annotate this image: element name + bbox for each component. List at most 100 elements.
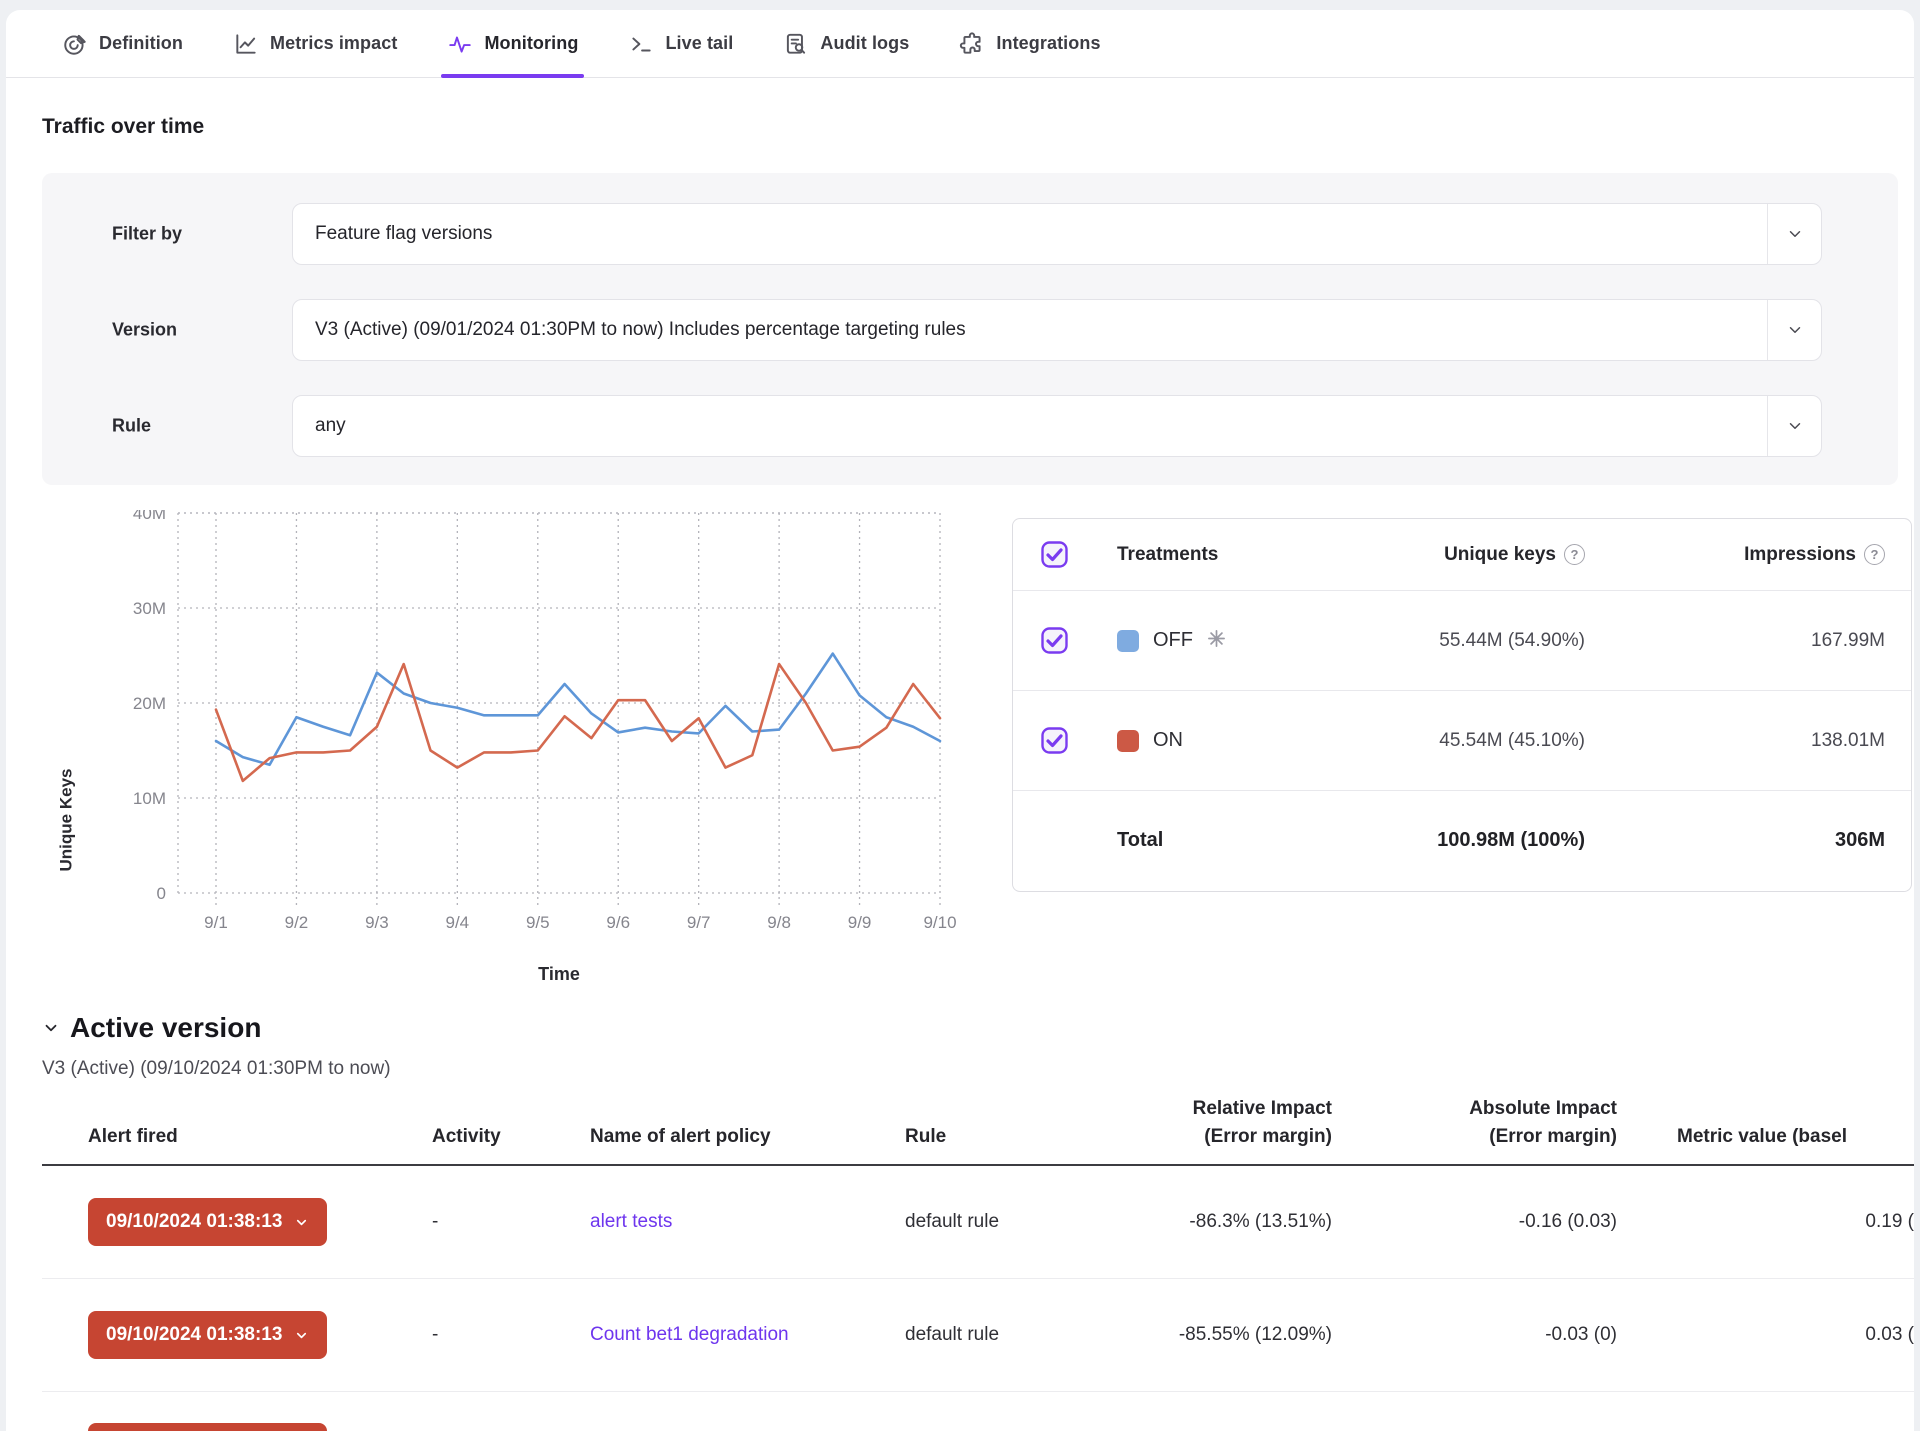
svg-text:20M: 20M xyxy=(133,694,166,713)
tab-metrics-impact[interactable]: Metrics impact xyxy=(233,10,397,77)
treatments-total-row: Total 100.98M (100%) 306M xyxy=(1013,791,1911,890)
svg-text:9/8: 9/8 xyxy=(767,913,791,932)
traffic-line-chart: 010M20M30M40M9/19/29/39/49/59/69/79/89/9… xyxy=(6,510,1006,1025)
monitoring-icon xyxy=(447,31,473,57)
tab-label: Integrations xyxy=(996,33,1100,54)
rule-select[interactable]: any xyxy=(292,395,1822,457)
total-label: Total xyxy=(1117,829,1255,852)
alerts-table: Alert fired Activity Name of alert polic… xyxy=(42,1095,1914,1431)
audit-logs-icon xyxy=(783,31,809,57)
chevron-down-icon[interactable] xyxy=(1767,396,1821,456)
col-relative-impact: Relative Impact (Error margin) xyxy=(1082,1095,1332,1150)
alert-fired-badge[interactable]: 09/10/2024 01:38:13 xyxy=(88,1311,327,1359)
tab-monitoring[interactable]: Monitoring xyxy=(447,10,578,77)
svg-text:9/5: 9/5 xyxy=(526,913,550,932)
relative-impact-cell: -86.3% (13.51%) xyxy=(1082,1211,1332,1233)
tab-label: Metrics impact xyxy=(270,33,397,54)
svg-text:0: 0 xyxy=(157,884,166,903)
svg-text:Time: Time xyxy=(538,964,580,984)
rule-cell: default rule xyxy=(892,1324,1082,1346)
alert-fired-badge[interactable]: 09/10/2024 01:46:53 xyxy=(88,1423,327,1431)
total-impressions: 306M xyxy=(1835,829,1885,852)
filter-by-label: Filter by xyxy=(112,224,182,245)
rule-value: any xyxy=(293,415,346,437)
metric-value-cell: 0.19 ( xyxy=(1617,1211,1914,1233)
filter-row-version: Version V3 (Active) (09/01/2024 01:30PM … xyxy=(42,299,1898,361)
svg-text:9/9: 9/9 xyxy=(848,913,872,932)
tab-live-tail[interactable]: Live tail xyxy=(628,10,733,77)
activity-cell: - xyxy=(432,1324,582,1346)
absolute-impact-cell: -0.03 (0) xyxy=(1332,1324,1617,1346)
page-title: Traffic over time xyxy=(42,115,204,139)
col-policy: Name of alert policy xyxy=(582,1123,892,1151)
alert-row: 09/10/2024 01:38:13 - Count bet1 degrada… xyxy=(42,1279,1914,1392)
alert-row: 09/10/2024 01:46:53 - Custom metrics ale… xyxy=(42,1392,1914,1431)
tab-definition[interactable]: Definition xyxy=(62,10,183,77)
tab-bar: Definition Metrics impact Monitoring Liv… xyxy=(6,10,1914,78)
metric-value-cell: 0.03 ( xyxy=(1617,1324,1914,1346)
tab-label: Definition xyxy=(99,33,183,54)
active-version-title: Active version xyxy=(70,1012,261,1044)
tab-label: Audit logs xyxy=(820,33,909,54)
treatment-row-on: ON 45.54M (45.10%) 138.01M xyxy=(1013,691,1911,791)
filter-panel: Filter by Feature flag versions Version … xyxy=(42,173,1898,485)
total-unique-keys: 100.98M (100%) xyxy=(1437,829,1585,852)
tab-integrations[interactable]: Integrations xyxy=(959,10,1100,77)
active-version-toggle[interactable]: Active version xyxy=(42,1012,261,1044)
on-checkbox[interactable] xyxy=(1041,727,1068,754)
rule-cell: default rule xyxy=(892,1211,1082,1233)
alert-policy-link[interactable]: alert tests xyxy=(590,1211,672,1232)
main-panel: Definition Metrics impact Monitoring Liv… xyxy=(6,10,1914,1431)
svg-text:9/10: 9/10 xyxy=(923,913,956,932)
default-treatment-icon xyxy=(1207,629,1226,653)
help-icon[interactable]: ? xyxy=(1864,544,1885,565)
tab-label: Live tail xyxy=(665,33,733,54)
integrations-icon xyxy=(959,31,985,57)
chevron-down-icon xyxy=(294,1328,309,1343)
tab-label: Monitoring xyxy=(484,33,578,54)
traffic-chart: Unique Keys 010M20M30M40M9/19/29/39/49/5… xyxy=(6,510,1006,1025)
on-series-swatch xyxy=(1117,730,1139,752)
tab-audit-logs[interactable]: Audit logs xyxy=(783,10,909,77)
treatment-row-off: OFF 55.44M (54.90%) 167.99M xyxy=(1013,591,1911,691)
svg-text:9/7: 9/7 xyxy=(687,913,711,932)
alert-fired-badge[interactable]: 09/10/2024 01:38:13 xyxy=(88,1198,327,1246)
version-value: V3 (Active) (09/01/2024 01:30PM to now) … xyxy=(293,319,966,341)
chevron-down-icon[interactable] xyxy=(1767,204,1821,264)
svg-text:9/6: 9/6 xyxy=(606,913,630,932)
relative-impact-cell: -85.55% (12.09%) xyxy=(1082,1324,1332,1346)
off-series-swatch xyxy=(1117,630,1139,652)
chevron-down-icon[interactable] xyxy=(1767,300,1821,360)
col-rule: Rule xyxy=(892,1123,1082,1151)
treatments-table: Treatments Unique keys ? Impressions ? O… xyxy=(1012,518,1912,892)
svg-text:40M: 40M xyxy=(133,510,166,523)
col-absolute-impact: Absolute Impact (Error margin) xyxy=(1332,1095,1617,1150)
filter-by-select[interactable]: Feature flag versions xyxy=(292,203,1822,265)
filter-row-rule: Rule any xyxy=(42,395,1898,457)
y-axis-title: Unique Keys xyxy=(52,690,80,950)
filter-by-value: Feature flag versions xyxy=(293,223,492,245)
select-all-checkbox[interactable] xyxy=(1041,541,1068,568)
unique-keys-column-header: Unique keys ? xyxy=(1444,544,1585,566)
svg-text:10M: 10M xyxy=(133,789,166,808)
chevron-down-icon xyxy=(294,1215,309,1230)
help-icon[interactable]: ? xyxy=(1564,544,1585,565)
alerts-header-row: Alert fired Activity Name of alert polic… xyxy=(42,1095,1914,1166)
alert-row: 09/10/2024 01:38:13 - alert tests defaul… xyxy=(42,1166,1914,1279)
activity-cell: - xyxy=(432,1211,582,1233)
impressions-value: 138.01M xyxy=(1811,730,1885,752)
alert-policy-link[interactable]: Count bet1 degradation xyxy=(590,1324,789,1345)
filter-row-filter-by: Filter by Feature flag versions xyxy=(42,203,1898,265)
off-checkbox[interactable] xyxy=(1041,627,1068,654)
col-metric-value: Metric value (basel xyxy=(1617,1123,1914,1151)
absolute-impact-cell: -0.16 (0.03) xyxy=(1332,1211,1617,1233)
version-select[interactable]: V3 (Active) (09/01/2024 01:30PM to now) … xyxy=(292,299,1822,361)
svg-text:30M: 30M xyxy=(133,599,166,618)
col-alert-fired: Alert fired xyxy=(42,1123,432,1151)
unique-keys-value: 55.44M (54.90%) xyxy=(1439,630,1585,652)
rule-label: Rule xyxy=(112,416,151,437)
metrics-impact-icon xyxy=(233,31,259,57)
svg-text:9/1: 9/1 xyxy=(204,913,228,932)
svg-text:9/2: 9/2 xyxy=(285,913,309,932)
chevron-down-icon xyxy=(42,1019,60,1037)
